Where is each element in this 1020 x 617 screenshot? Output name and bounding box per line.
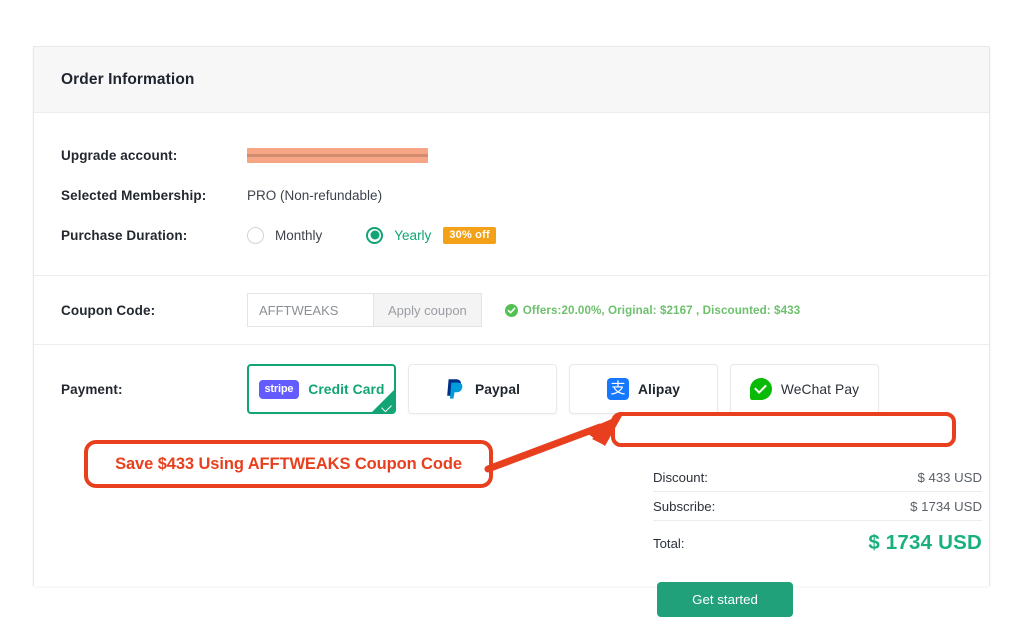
discount-value: $ 433 USD: [917, 469, 982, 485]
summary-row-discount: Discount: $ 433 USD: [653, 463, 982, 491]
total-value: $ 1734 USD: [868, 531, 982, 554]
coupon-status: Offers:20.00%, Original: $2167 , Discoun…: [504, 303, 801, 317]
payment-method-paypal-label: Paypal: [474, 381, 521, 397]
radio-yearly-icon[interactable]: [366, 226, 384, 244]
radio-monthly-label: Monthly: [275, 227, 323, 243]
upgrade-account-row: Upgrade account:: [61, 135, 962, 175]
subscribe-label: Subscribe:: [653, 498, 716, 514]
payment-method-alipay[interactable]: 支 Alipay: [569, 364, 718, 414]
page-title: Order Information: [61, 70, 195, 88]
discount-badge: 30% off: [443, 226, 496, 244]
selected-membership-value: PRO (Non-refundable): [247, 187, 383, 203]
check-circle-icon: [504, 303, 518, 317]
apply-coupon-button[interactable]: Apply coupon: [374, 293, 482, 327]
payment-method-alipay-label: Alipay: [637, 381, 680, 397]
payment-label: Payment:: [61, 381, 123, 397]
payment-method-credit-card[interactable]: stripe Credit Card: [247, 364, 396, 414]
payment-section: Payment: stripe Credit Card Paypal 支 Ali…: [34, 345, 989, 433]
wechat-pay-logo-icon: [749, 378, 772, 400]
coupon-input[interactable]: [247, 293, 374, 327]
selected-membership-row: Selected Membership: PRO (Non-refundable…: [61, 175, 962, 215]
upgrade-account-redacted-value: [247, 147, 428, 163]
radio-option-monthly[interactable]: Monthly: [247, 226, 323, 244]
stripe-logo-icon: stripe: [258, 379, 300, 399]
order-info-section: Upgrade account: Selected Membership: PR…: [34, 113, 989, 275]
radio-monthly-icon[interactable]: [247, 226, 264, 244]
duration-radio-group: Monthly Yearly 30% off: [247, 226, 496, 244]
payment-methods: stripe Credit Card Paypal 支 Alipay WeCha…: [247, 364, 879, 414]
card-header: Order Information: [34, 47, 989, 113]
summary-row-subscribe: Subscribe: $ 1734 USD: [653, 492, 982, 520]
subscribe-value: $ 1734 USD: [910, 498, 982, 514]
upgrade-account-label: Upgrade account:: [61, 147, 178, 163]
coupon-code-label: Coupon Code:: [61, 302, 156, 318]
payment-method-wechat-pay-label: WeChat Pay: [780, 381, 860, 397]
total-label: Total:: [653, 535, 685, 551]
purchase-duration-label: Purchase Duration:: [61, 227, 188, 243]
purchase-duration-row: Purchase Duration: Monthly Yearly 30% of…: [61, 215, 962, 255]
coupon-section: Coupon Code: Apply coupon Offers:20.00%,…: [34, 276, 989, 344]
get-started-button[interactable]: Get started: [657, 582, 793, 617]
paypal-logo-icon: [447, 379, 463, 399]
alipay-logo-icon: 支: [606, 378, 629, 400]
annotation-callout-text: Save $433 Using AFFTWEAKS Coupon Code: [115, 454, 462, 473]
annotation-callout-box: Save $433 Using AFFTWEAKS Coupon Code: [84, 440, 493, 488]
discount-label: Discount:: [653, 469, 708, 485]
order-summary: Discount: $ 433 USD Subscribe: $ 1734 US…: [653, 463, 982, 565]
radio-yearly-label: Yearly: [394, 227, 432, 243]
selected-membership-label: Selected Membership:: [61, 187, 207, 203]
summary-row-total: Total: $ 1734 USD: [653, 521, 982, 565]
payment-method-wechat-pay[interactable]: WeChat Pay: [730, 364, 879, 414]
coupon-status-text: Offers:20.00%, Original: $2167 , Discoun…: [522, 303, 801, 317]
radio-option-yearly[interactable]: Yearly 30% off: [366, 226, 496, 244]
payment-method-paypal[interactable]: Paypal: [408, 364, 557, 414]
order-information-card: Order Information Upgrade account: Selec…: [33, 46, 990, 617]
